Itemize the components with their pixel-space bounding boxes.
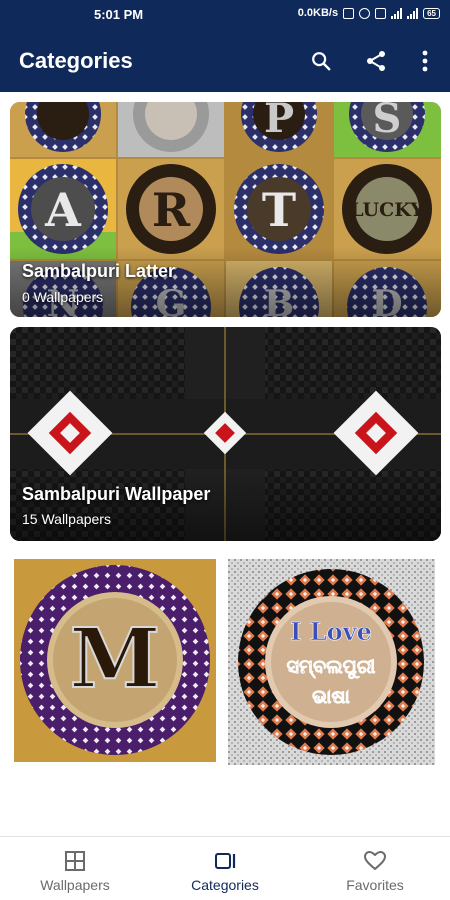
card-shade — [10, 247, 441, 317]
share-icon — [367, 51, 385, 71]
bottom-navigation: Wallpapers Categories Favorites — [0, 836, 450, 900]
status-bar: 5:01 PM 0.0KB/s 65 — [0, 0, 450, 30]
thumbnail-text: ଭାଷା — [312, 686, 350, 708]
status-time: 5:01 PM — [94, 7, 144, 22]
screen: 5:01 PM 0.0KB/s 65 Categories M P S A R … — [0, 0, 450, 900]
signal-2-icon — [407, 7, 419, 19]
tile-letter: P — [264, 102, 294, 142]
volte-icon — [343, 7, 355, 19]
category-card-sambalpuri-latter[interactable]: M P S A R T LUCKY N G B D Sambalpuri Lat… — [10, 102, 441, 317]
tile-letter: A — [44, 183, 82, 237]
signal-icon — [391, 7, 403, 19]
app-bar: Categories — [0, 30, 450, 92]
tile-letter: R — [152, 183, 191, 237]
page-title: Categories — [19, 48, 133, 73]
categories-icon — [215, 853, 236, 869]
thumbnail-image: M — [14, 559, 216, 762]
status-indicators: 0.0KB/s 65 — [298, 7, 440, 19]
heart-icon — [364, 851, 386, 870]
nav-label: Categories — [191, 877, 259, 893]
wallpaper-thumbnail-m[interactable]: M — [14, 559, 216, 762]
category-list: M P S A R T LUCKY N G B D Sambalpuri Lat… — [0, 92, 450, 836]
more-options-button[interactable] — [410, 46, 440, 76]
nav-favorites[interactable]: Favorites — [300, 837, 450, 900]
category-name: Sambalpuri Wallpaper — [22, 484, 211, 504]
thumbnail-letter: M — [70, 611, 161, 707]
tile-letter: M — [41, 102, 85, 142]
search-icon — [312, 52, 331, 71]
battery-icon: 65 — [423, 7, 440, 19]
network-speed: 0.0KB/s — [297, 7, 339, 19]
nav-wallpapers[interactable]: Wallpapers — [0, 837, 150, 900]
category-name: Sambalpuri Latter — [22, 261, 176, 281]
nav-categories[interactable]: Categories — [150, 837, 300, 900]
category-count: 15 Wallpapers — [22, 511, 111, 527]
nav-label: Wallpapers — [40, 877, 110, 893]
wallpaper-thumbnail-i-love[interactable]: I Love ସମ୍ବଲପୁରୀ ଭାଷା — [228, 559, 435, 765]
tile-letter: T — [262, 183, 296, 237]
thumbnail-image: I Love ସମ୍ବଲପୁରୀ ଭାଷା — [228, 559, 435, 765]
tile-letter: LUCKY — [350, 199, 424, 221]
nav-label: Favorites — [346, 877, 404, 893]
tile-letter: S — [373, 102, 402, 142]
card-shade — [10, 471, 441, 541]
category-count: 0 Wallpapers — [22, 289, 104, 305]
more-vert-icon — [422, 50, 428, 72]
thumbnail-text: ସମ୍ବଲପୁରୀ — [287, 656, 376, 679]
search-button[interactable] — [306, 46, 336, 76]
thumbnail-text: I Love — [290, 617, 372, 646]
sim-icon — [375, 7, 387, 19]
grid-icon — [65, 851, 85, 871]
volume-icon — [359, 7, 371, 19]
share-button[interactable] — [361, 46, 391, 76]
category-card-sambalpuri-wallpaper[interactable]: Sambalpuri Wallpaper 15 Wallpapers — [10, 327, 441, 541]
